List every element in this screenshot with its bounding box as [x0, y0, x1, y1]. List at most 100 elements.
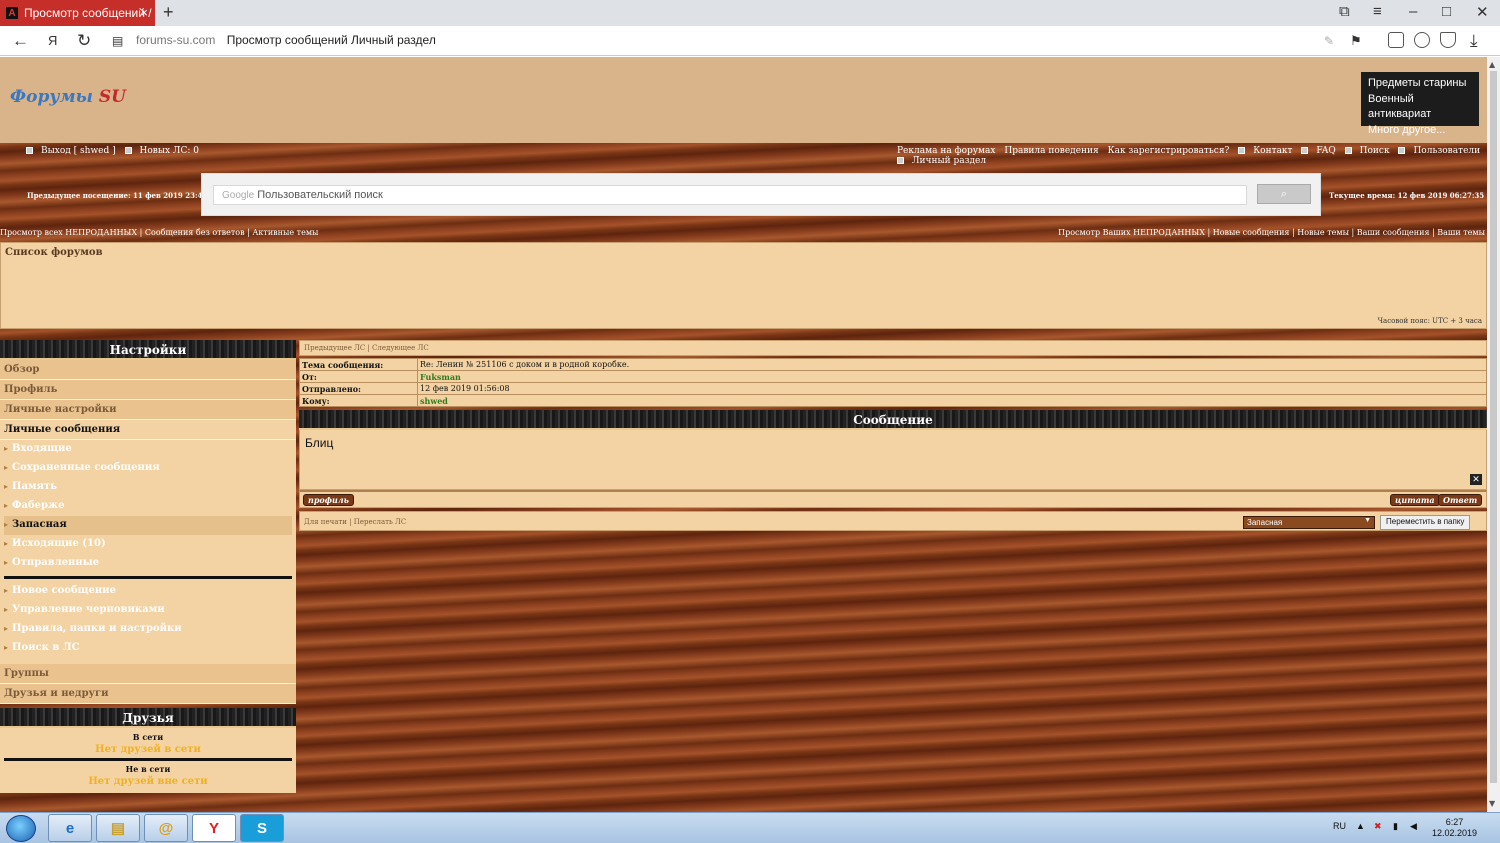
- mail-ru-icon[interactable]: @: [144, 814, 188, 842]
- address-bar: ← Я ↻ ▤ forums-su.com Просмотр сообщений…: [0, 26, 1500, 56]
- windows-taskbar: e ▤ @ Y S RU ▲ ✖ ▮ ◀ 6:27 12.02.2019: [0, 812, 1500, 843]
- pm-drafts[interactable]: Управление черновиками: [4, 601, 292, 620]
- sidebar-item-groups[interactable]: Группы: [0, 664, 296, 684]
- maximize-icon[interactable]: □: [1442, 3, 1451, 20]
- logout-label: Выход [ shwed ]: [41, 146, 116, 156]
- bookmarks-panel-icon[interactable]: ⧉: [1339, 3, 1350, 20]
- move-to-folder-button[interactable]: Переместить в папку: [1380, 515, 1471, 530]
- logo-text: Форумы: [10, 87, 93, 107]
- pm-folder-memory[interactable]: Память: [4, 478, 292, 497]
- menu-icon[interactable]: ≡: [1373, 3, 1382, 20]
- minimize-icon[interactable]: –: [1409, 3, 1417, 20]
- tray-arrow-icon[interactable]: ▲: [1356, 821, 1365, 831]
- pm-new-message[interactable]: Новое сообщение: [4, 582, 292, 601]
- camera-icon[interactable]: [1388, 32, 1404, 48]
- close-window-icon[interactable]: ✕: [1476, 3, 1489, 21]
- site-logo[interactable]: Форумы SU: [10, 87, 126, 107]
- sidebar-item-overview[interactable]: Обзор: [0, 360, 296, 380]
- ie-icon[interactable]: e: [48, 814, 92, 842]
- contact-icon: [1238, 147, 1246, 154]
- profile-button[interactable]: профиль: [303, 494, 354, 506]
- new-tab-button[interactable]: +: [163, 2, 174, 23]
- pm-search[interactable]: Поиск в ЛС: [4, 639, 292, 658]
- friends-online-label: В сети: [132, 732, 164, 742]
- pm-folder-outbox[interactable]: Исходящие (10): [4, 535, 292, 554]
- pm-folder-faberge[interactable]: Фаберже: [4, 497, 292, 516]
- pm-folder-inbox[interactable]: Входящие: [4, 440, 292, 459]
- message-info-table: Тема сообщения: Re: Ленин № 251106 с доко…: [299, 358, 1487, 407]
- shield-icon[interactable]: [1440, 32, 1456, 48]
- pm-folder-saved[interactable]: Сохраненные сообщения: [4, 459, 292, 478]
- explorer-icon[interactable]: ▤: [96, 814, 140, 842]
- to-key: Кому:: [299, 394, 418, 407]
- bookmark-icon[interactable]: ⚑: [1350, 33, 1362, 49]
- print-forward-links[interactable]: Для печати | Переслать ЛС: [304, 518, 406, 526]
- pm-rules-folders[interactable]: Правила, папки и настройки: [4, 620, 292, 639]
- from-user-link[interactable]: Fuksman: [417, 370, 1487, 383]
- mail-icon: [124, 147, 132, 154]
- network-error-icon[interactable]: ✖: [1374, 821, 1382, 832]
- pm-folder-sent[interactable]: Отправленные: [4, 554, 292, 573]
- page-scrollbar[interactable]: ▲ ▼: [1487, 57, 1500, 812]
- browser-tab[interactable]: A Просмотр сообщений / ×: [0, 0, 155, 26]
- ad-banner[interactable]: Предметы старины Военный антиквариат Мно…: [1361, 72, 1479, 136]
- download-icon[interactable]: ⤓: [1470, 31, 1478, 51]
- pm-folder-spare[interactable]: Запасная: [4, 516, 292, 535]
- sync-icon[interactable]: [1414, 32, 1430, 48]
- to-user-link[interactable]: shwed: [417, 394, 1487, 407]
- language-indicator[interactable]: RU: [1333, 821, 1346, 831]
- friends-box: В сети Нет друзей в сети Не в сети Нет д…: [0, 728, 296, 793]
- site-favicon-icon: A: [6, 7, 18, 19]
- tab-close-icon[interactable]: ×: [140, 5, 148, 20]
- scroll-up-icon[interactable]: ▲: [1489, 60, 1495, 69]
- search-placeholder: Пользовательский поиск: [257, 189, 383, 201]
- table-row: Тема сообщения: Re: Ленин № 251106 с доко…: [299, 358, 1487, 371]
- system-clock[interactable]: 6:27 12.02.2019: [1432, 817, 1477, 839]
- search-link[interactable]: Поиск: [1344, 146, 1390, 156]
- ucp-link[interactable]: Личный раздел: [897, 156, 986, 166]
- signal-icon[interactable]: ▮: [1393, 821, 1398, 832]
- new-pm-link[interactable]: Новых ЛС: 0: [124, 146, 199, 156]
- url-field[interactable]: forums-su.com Просмотр сообщений Личный …: [136, 33, 436, 47]
- rules-link[interactable]: Правила поведения: [1004, 146, 1098, 156]
- search-input[interactable]: Google Пользовательский поиск: [213, 185, 1247, 205]
- quote-button[interactable]: цитата: [1390, 494, 1440, 506]
- register-link[interactable]: Как зарегистрироваться?: [1108, 146, 1230, 156]
- sidebar-item-profile[interactable]: Профиль: [0, 380, 296, 400]
- reply-button[interactable]: Ответ: [1438, 494, 1483, 506]
- forum-list-link[interactable]: Список форумов: [5, 247, 103, 258]
- yandex-browser-icon[interactable]: Y: [192, 814, 236, 842]
- site-info-icon[interactable]: ▤: [112, 34, 123, 48]
- start-button[interactable]: [6, 815, 36, 842]
- folder-select-value: Запасная: [1247, 518, 1283, 527]
- contact-link[interactable]: Контакт: [1238, 146, 1293, 156]
- clock-time: 6:27: [1445, 817, 1464, 827]
- skype-icon[interactable]: S: [240, 814, 284, 842]
- folder-select[interactable]: Запасная ▼: [1243, 516, 1375, 529]
- sidebar-item-friends-foes[interactable]: Друзья и недруги: [0, 684, 296, 704]
- scroll-down-icon[interactable]: ▼: [1489, 799, 1495, 808]
- back-icon[interactable]: ←: [12, 31, 29, 51]
- volume-icon[interactable]: ◀: [1410, 821, 1417, 832]
- search-button[interactable]: ⌕: [1257, 184, 1311, 204]
- delete-message-icon[interactable]: ✕: [1470, 474, 1482, 485]
- tab-title: Просмотр сообщений /: [24, 6, 152, 20]
- ads-link[interactable]: Реклама на форумах: [897, 146, 996, 156]
- subject-value: Re: Ленин № 251106 с доком и в родной ко…: [417, 358, 1487, 371]
- faq-link[interactable]: FAQ: [1301, 146, 1336, 156]
- settings-heading: Настройки: [0, 340, 296, 360]
- sidebar-item-pm[interactable]: Личные сообщения: [0, 420, 296, 440]
- current-time: Текущее время: 12 фев 2019 06:27:35: [1329, 191, 1485, 200]
- yandex-icon[interactable]: Я: [48, 33, 57, 48]
- reload-icon[interactable]: ↻: [77, 31, 91, 51]
- pin-icon[interactable]: ✎: [1324, 34, 1334, 48]
- pm-prev-next-links[interactable]: Предыдущее ЛС | Следующее ЛС: [299, 340, 1487, 356]
- scrollbar-thumb[interactable]: [1490, 71, 1497, 783]
- nav-links-left[interactable]: Просмотр всех НЕПРОДАННЫХ | Сообщения бе…: [0, 228, 318, 237]
- sidebar-item-preferences[interactable]: Личные настройки: [0, 400, 296, 420]
- divider: [4, 576, 292, 579]
- members-link[interactable]: Пользователи: [1398, 146, 1480, 156]
- friends-online-empty: Нет друзей в сети: [95, 744, 201, 755]
- nav-links-right[interactable]: Просмотр Ваших НЕПРОДАННЫХ | Новые сообщ…: [1058, 228, 1485, 237]
- logout-link[interactable]: Выход [ shwed ]: [26, 146, 116, 156]
